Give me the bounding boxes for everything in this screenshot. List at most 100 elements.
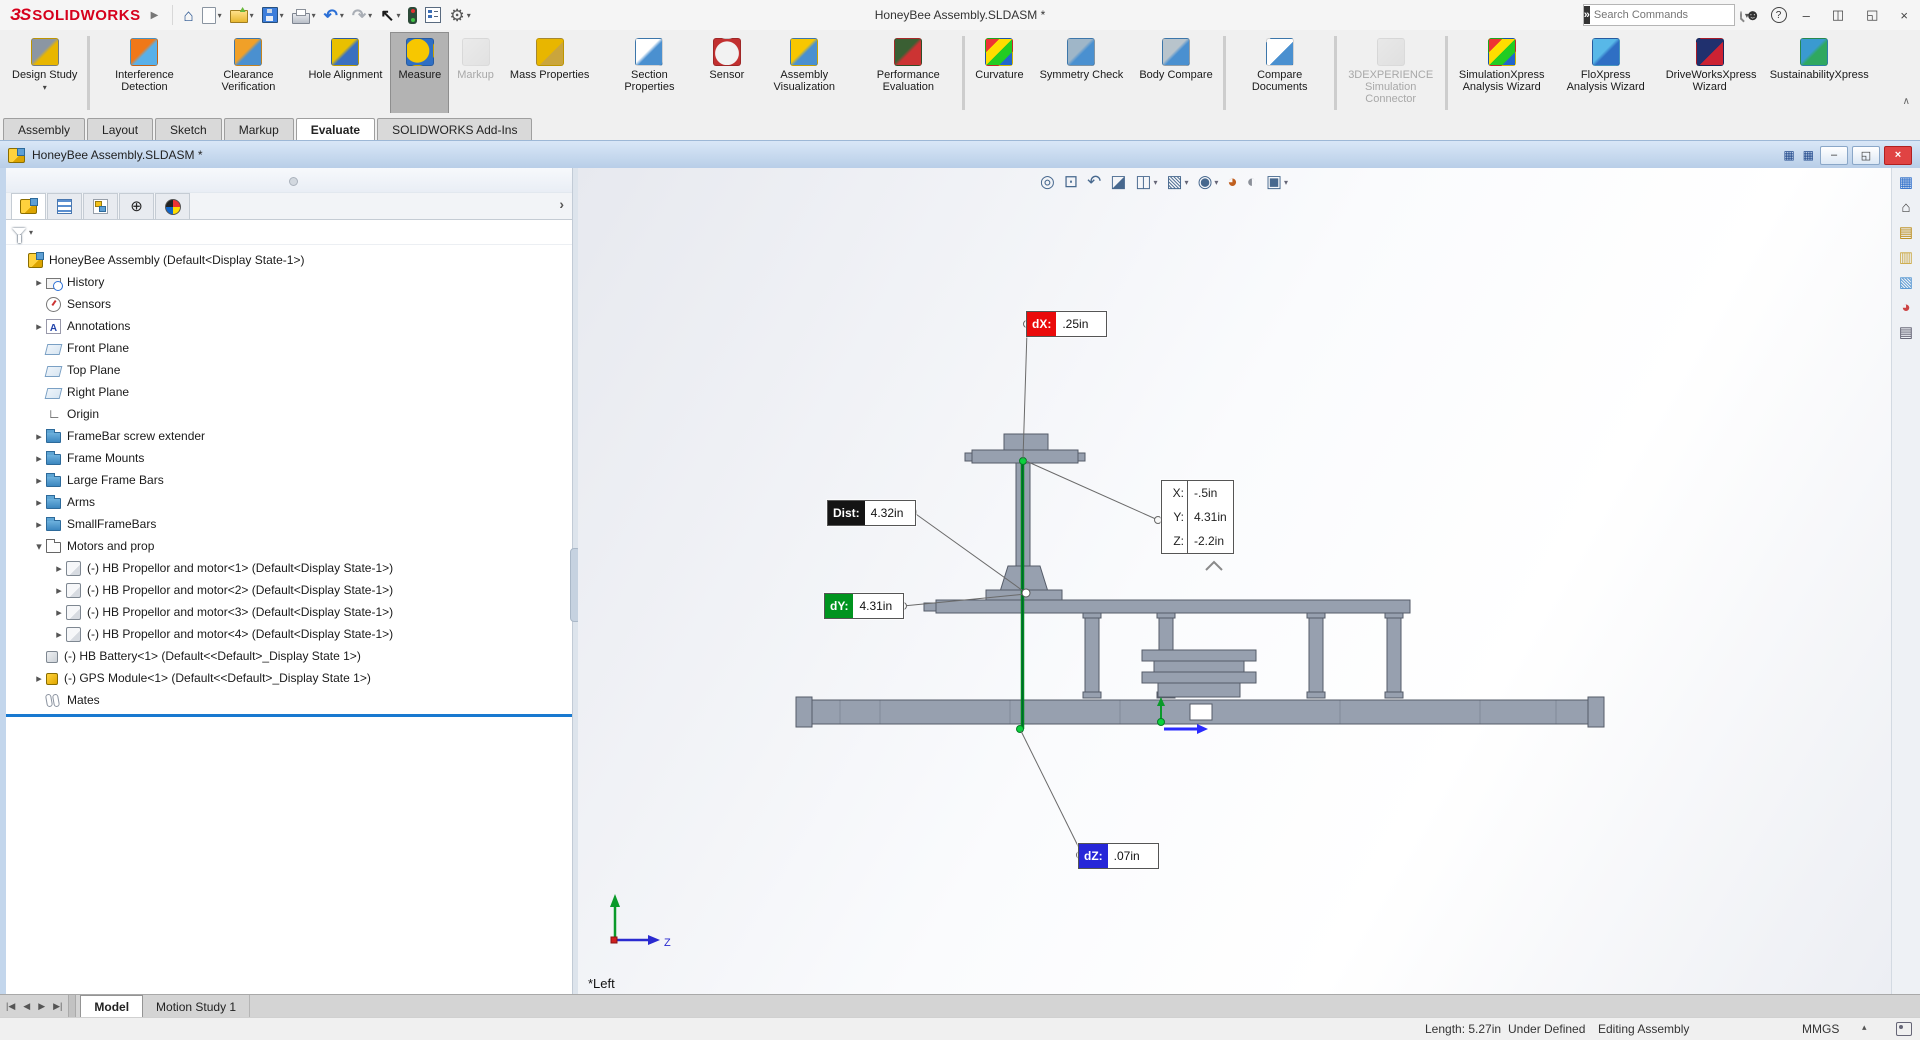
tab-layout[interactable]: Layout bbox=[87, 118, 153, 140]
expand-arrow-icon[interactable] bbox=[52, 562, 66, 575]
filter-funnel-icon[interactable] bbox=[12, 228, 26, 236]
mass-properties-button[interactable]: Mass Properties ▾ bbox=[502, 32, 597, 114]
tree-item[interactable]: FrameBar screw extender bbox=[6, 425, 572, 447]
expand-arrow-icon[interactable] bbox=[32, 452, 46, 465]
quick-tips-icon[interactable] bbox=[1896, 1022, 1912, 1036]
save-icon[interactable]: ▾ bbox=[258, 5, 288, 25]
file-explorer-icon[interactable]: ▥ bbox=[1895, 247, 1917, 267]
last-tab-button[interactable]: ▶| bbox=[51, 1000, 64, 1013]
ribbon-separator[interactable]: ▾ bbox=[962, 36, 965, 110]
document-restore-button[interactable]: ◱ bbox=[1852, 146, 1880, 165]
print-icon[interactable]: ▾ bbox=[288, 5, 320, 26]
measure-dy-callout[interactable]: dY: 4.31in bbox=[824, 593, 904, 619]
user-account-icon[interactable]: ☻ bbox=[1745, 7, 1761, 24]
compare-documents-button[interactable]: Compare Documents ▾ bbox=[1228, 32, 1332, 114]
previous-tab-button[interactable]: ◀ bbox=[21, 1000, 32, 1013]
appearances-scenes-icon[interactable]: ◕ bbox=[1895, 297, 1917, 317]
tree-item[interactable]: Arms bbox=[6, 491, 572, 513]
expand-arrow-icon[interactable] bbox=[32, 496, 46, 509]
document-window-titlebar[interactable]: HoneyBee Assembly.SLDASM * ▦ ▦ – ◱ × bbox=[0, 140, 1920, 170]
tab-markup[interactable]: Markup bbox=[224, 118, 294, 140]
dropdown-caret-icon[interactable]: ▾ bbox=[368, 11, 372, 20]
tree-item[interactable]: Front Plane bbox=[6, 337, 572, 359]
clearance-verification-button[interactable]: Clearance Verification ▾ bbox=[196, 32, 300, 114]
view-settings-icon[interactable]: ▣ ▾ bbox=[1266, 173, 1288, 191]
tree-item[interactable]: Sensors bbox=[6, 293, 572, 315]
featuremanager-design-tree-tab[interactable] bbox=[11, 193, 46, 219]
tree-item[interactable]: Frame Mounts bbox=[6, 447, 572, 469]
select-cursor-icon[interactable]: ↖ ▾ bbox=[376, 5, 404, 26]
ribbon-separator[interactable]: ▾ bbox=[1445, 36, 1448, 110]
expand-arrow-icon[interactable] bbox=[52, 606, 66, 619]
search-icon[interactable] bbox=[1740, 11, 1742, 20]
tree-item[interactable]: (-) HB Battery<1> (Default<<Default>_Dis… bbox=[6, 645, 572, 667]
new-document-icon[interactable]: ▾ bbox=[198, 5, 226, 26]
interference-detection-button[interactable]: Interference Detection ▾ bbox=[92, 32, 196, 114]
dropdown-caret-icon[interactable]: ▾ bbox=[1284, 178, 1288, 187]
span-displays-button[interactable]: ◫ bbox=[1826, 7, 1850, 23]
search-box[interactable]: » ▾ bbox=[1583, 4, 1735, 26]
zoom-to-area-icon[interactable]: ⊡ ▾ bbox=[1064, 173, 1078, 191]
close-button[interactable]: × bbox=[1894, 8, 1914, 23]
flyout-caret-icon[interactable]: ▾ bbox=[43, 84, 47, 92]
tree-item[interactable]: Motors and prop bbox=[6, 535, 572, 557]
markup-button[interactable]: Markup ▾ bbox=[449, 32, 502, 114]
expand-arrow-icon[interactable] bbox=[32, 276, 46, 289]
floxpress-analysis-wizard-button[interactable]: FloXpress Analysis Wizard ▾ bbox=[1554, 32, 1658, 114]
view-orientation-icon[interactable]: ◫ ▾ bbox=[1135, 173, 1157, 191]
tab-splitter[interactable] bbox=[68, 995, 76, 1018]
first-tab-button[interactable]: |◀ bbox=[4, 1000, 17, 1013]
tree-item[interactable]: Mates bbox=[6, 689, 572, 711]
expand-arrow-icon[interactable] bbox=[52, 628, 66, 641]
model-tab[interactable]: Model bbox=[80, 995, 143, 1018]
tree-item[interactable]: (-) HB Propellor and motor<2> (Default<D… bbox=[6, 579, 572, 601]
threedexperience-marketplace-icon[interactable]: ▦ bbox=[1895, 172, 1917, 192]
tree-item[interactable]: Origin bbox=[6, 403, 572, 425]
assembly-model-canvas[interactable]: Z bbox=[578, 168, 1892, 995]
measure-button[interactable]: Measure ▾ bbox=[390, 32, 449, 114]
tree-filter-row[interactable]: ▾ bbox=[6, 220, 572, 245]
solidworks-resources-icon[interactable]: ⌂ bbox=[1895, 197, 1917, 217]
threedexperience-simulation-connector-button[interactable]: 3DEXPERIENCE Simulation Connector ▾ bbox=[1339, 32, 1443, 114]
section-properties-button[interactable]: Section Properties ▾ bbox=[597, 32, 701, 114]
tree-item[interactable]: HoneyBee Assembly (Default<Display State… bbox=[6, 249, 572, 271]
assembly-visualization-button[interactable]: Assembly Visualization ▾ bbox=[752, 32, 856, 114]
dimxpertmanager-tab[interactable]: ⊕ bbox=[119, 193, 154, 219]
hole-alignment-button[interactable]: Hole Alignment ▾ bbox=[300, 32, 390, 114]
tree-item[interactable]: (-) HB Propellor and motor<4> (Default<D… bbox=[6, 623, 572, 645]
dropdown-caret-icon[interactable]: ▾ bbox=[396, 11, 400, 20]
panel-flyout-arrow-icon[interactable]: › bbox=[559, 196, 564, 212]
tree-item[interactable]: (-) HB Propellor and motor<1> (Default<D… bbox=[6, 557, 572, 579]
symmetry-check-button[interactable]: Symmetry Check ▾ bbox=[1032, 32, 1132, 114]
units-caret-icon[interactable]: ▴ bbox=[1862, 1022, 1867, 1033]
document-close-button[interactable]: × bbox=[1884, 146, 1912, 165]
custom-properties-icon[interactable]: ▤ bbox=[1895, 322, 1917, 342]
settings-gear-icon[interactable]: ⚙ ▾ bbox=[445, 5, 474, 26]
restore-button[interactable]: ◱ bbox=[1860, 7, 1884, 23]
tree-item[interactable]: SmallFrameBars bbox=[6, 513, 572, 535]
expand-arrow-icon[interactable] bbox=[32, 320, 46, 333]
tree-item[interactable]: (-) HB Propellor and motor<3> (Default<D… bbox=[6, 601, 572, 623]
zoom-to-fit-icon[interactable]: ◎ ▾ bbox=[1040, 173, 1055, 191]
minimize-button[interactable]: – bbox=[1797, 8, 1816, 23]
help-icon[interactable]: ? bbox=[1771, 7, 1787, 23]
dropdown-caret-icon[interactable]: ▾ bbox=[312, 11, 316, 20]
measure-dz-callout[interactable]: dZ: .07in bbox=[1078, 843, 1159, 869]
configurationmanager-tab[interactable] bbox=[83, 193, 118, 219]
dropdown-caret-icon[interactable]: ▾ bbox=[218, 11, 222, 20]
rollback-bar[interactable] bbox=[6, 714, 572, 717]
open-document-icon[interactable]: ▾ bbox=[226, 5, 258, 25]
measure-xyz-callout[interactable]: X:-.5in Y:4.31in Z:-2.2in bbox=[1161, 480, 1234, 554]
previous-view-icon[interactable]: ↶ ▾ bbox=[1087, 173, 1101, 191]
tab-evaluate[interactable]: Evaluate bbox=[296, 118, 375, 140]
rebuild-traffic-light-icon[interactable]: ▾ bbox=[404, 5, 421, 26]
options-form-icon[interactable]: ▾ bbox=[421, 5, 445, 25]
propertymanager-tab[interactable] bbox=[47, 193, 82, 219]
expand-arrow-icon[interactable] bbox=[52, 584, 66, 597]
status-units[interactable]: MMGS bbox=[1802, 1022, 1839, 1036]
measure-dist-callout[interactable]: Dist: 4.32in bbox=[827, 500, 916, 526]
measure-dx-callout[interactable]: dX: .25in bbox=[1026, 311, 1107, 337]
driveworksxpress-wizard-button[interactable]: DriveWorksXpress Wizard ▾ bbox=[1658, 32, 1762, 114]
dropdown-caret-icon[interactable]: ▾ bbox=[1153, 178, 1157, 187]
curvature-button[interactable]: Curvature ▾ bbox=[967, 32, 1031, 114]
